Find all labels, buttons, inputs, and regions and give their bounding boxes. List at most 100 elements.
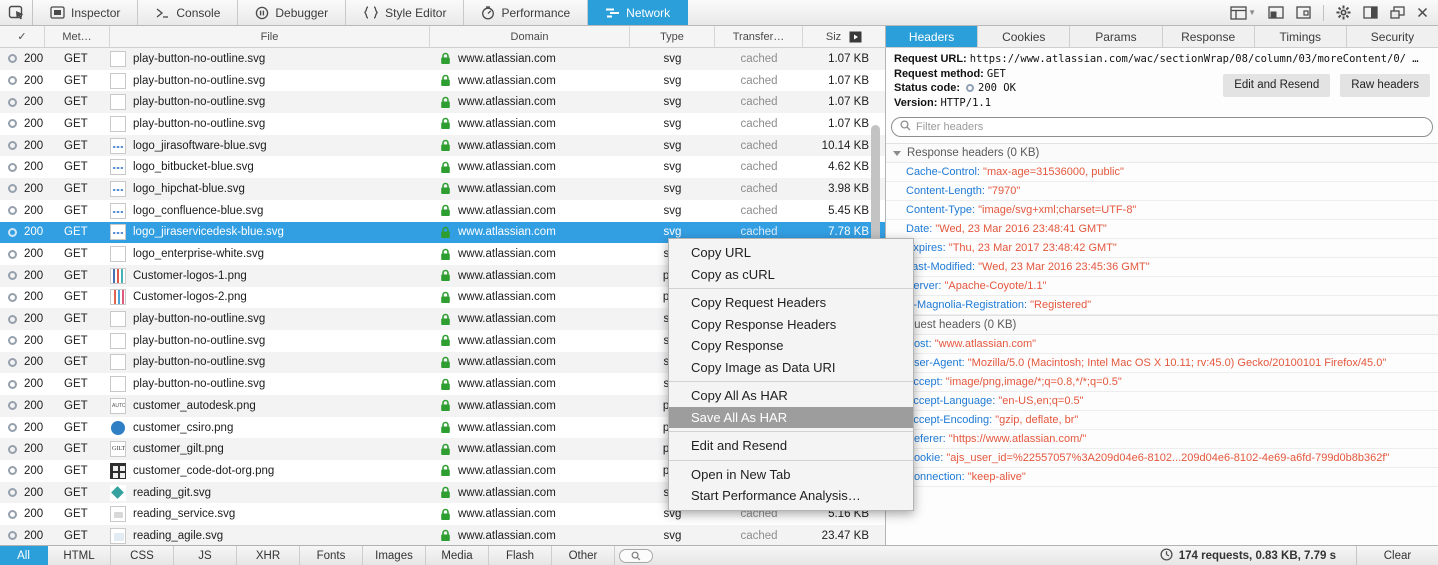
column-header-6[interactable]: Siz — [803, 26, 885, 47]
menu-item[interactable]: Copy Response Headers — [669, 314, 913, 336]
table-row[interactable]: 200GETreading_agile.svgwww.atlassian.com… — [0, 525, 885, 545]
tab-style-editor[interactable]: Style Editor — [346, 0, 464, 25]
filter-all[interactable]: All — [0, 546, 48, 565]
table-row[interactable]: 200GETlogo_bitbucket-blue.svgwww.atlassi… — [0, 156, 885, 178]
table-row[interactable]: 200GETplay-button-no-outline.svgwww.atla… — [0, 48, 885, 70]
responsive-mode-icon[interactable] — [1268, 6, 1284, 19]
column-header-4[interactable]: Type — [630, 26, 715, 47]
header-row[interactable]: Accept-Language: "en-US,en;q=0.5" — [886, 392, 1438, 411]
header-row[interactable]: Cache-Control: "max-age=31536000, public… — [886, 163, 1438, 182]
filter-images[interactable]: Images — [363, 546, 426, 565]
menu-item[interactable]: Edit and Resend — [669, 435, 913, 457]
header-row[interactable]: Accept-Encoding: "gzip, deflate, br" — [886, 411, 1438, 430]
domain-cell: www.atlassian.com — [430, 399, 630, 412]
tab-inspector[interactable]: Inspector — [33, 0, 138, 25]
status-circle-icon — [8, 531, 17, 540]
detail-tab-params[interactable]: Params — [1070, 26, 1162, 47]
inspector-icon — [50, 6, 65, 19]
filter-html[interactable]: HTML — [48, 546, 111, 565]
method-cell: GET — [58, 270, 110, 282]
close-icon[interactable] — [1417, 7, 1428, 18]
undock-icon[interactable] — [1390, 6, 1405, 19]
filter-xhr[interactable]: XHR — [237, 546, 300, 565]
menu-item[interactable]: Copy URL — [669, 242, 913, 264]
file-cell: logo_jirasoftware-blue.svg — [110, 138, 430, 154]
clear-button[interactable]: Clear — [1356, 546, 1438, 565]
devtools-toolbar: InspectorConsoleDebuggerStyle EditorPerf… — [0, 0, 1438, 26]
pick-element-button[interactable] — [0, 0, 33, 25]
response-headers-section[interactable]: Response headers (0 KB) — [886, 143, 1438, 163]
details-pane-icon[interactable] — [849, 31, 862, 43]
header-row[interactable]: Content-Length: "7970" — [886, 182, 1438, 201]
detail-tab-response[interactable]: Response — [1163, 26, 1255, 47]
header-row[interactable]: Referer: "https://www.atlassian.com/" — [886, 430, 1438, 449]
domain-cell: www.atlassian.com — [430, 334, 630, 347]
toolbar-right-icons: ▼ — [1230, 0, 1438, 25]
header-row[interactable]: Accept: "image/png,image/*;q=0.8,*/*;q=0… — [886, 373, 1438, 392]
header-row[interactable]: Content-Type: "image/svg+xml;charset=UTF… — [886, 201, 1438, 220]
filter-media[interactable]: Media — [426, 546, 489, 565]
filter-js[interactable]: JS — [174, 546, 237, 565]
menu-item[interactable]: Copy Image as Data URI — [669, 357, 913, 379]
menu-item[interactable]: Copy as cURL — [669, 264, 913, 286]
tab-network[interactable]: Network — [588, 0, 688, 25]
header-row[interactable]: Server: "Apache-Coyote/1.1" — [886, 277, 1438, 296]
filter-headers-input[interactable] — [916, 121, 1424, 133]
file-name: customer_gilt.png — [133, 443, 224, 455]
table-row[interactable]: 200GETplay-button-no-outline.svgwww.atla… — [0, 91, 885, 113]
type-cell: svg — [630, 118, 715, 130]
header-row[interactable]: Host: "www.atlassian.com" — [886, 335, 1438, 354]
menu-item[interactable]: Copy All As HAR — [669, 385, 913, 407]
request-method-value: GET — [987, 68, 1006, 80]
header-row[interactable]: X-Magnolia-Registration: "Registered" — [886, 296, 1438, 315]
header-row[interactable]: Connection: "keep-alive" — [886, 468, 1438, 487]
request-headers-section[interactable]: Request headers (0 KB) — [886, 315, 1438, 335]
edit-and-resend-button[interactable]: Edit and Resend — [1223, 74, 1330, 97]
column-header-2[interactable]: File — [110, 26, 430, 47]
status-circle-icon — [8, 336, 17, 345]
file-thumbnail-icon — [110, 181, 126, 197]
column-header-1[interactable]: Met… — [45, 26, 110, 47]
detail-tab-timings[interactable]: Timings — [1255, 26, 1347, 47]
header-row[interactable]: Cookie: "ajs_user_id=%22557057%3A209d04e… — [886, 449, 1438, 468]
settings-gear-icon[interactable] — [1336, 5, 1351, 20]
filter-headers-box[interactable] — [891, 117, 1433, 137]
header-row[interactable]: Expires: "Thu, 23 Mar 2017 23:48:42 GMT" — [886, 239, 1438, 258]
column-header-0[interactable]: ✓ — [0, 26, 45, 47]
header-row[interactable]: User-Agent: "Mozilla/5.0 (Macintosh; Int… — [886, 354, 1438, 373]
header-row[interactable]: Last-Modified: "Wed, 23 Mar 2016 23:45:3… — [886, 258, 1438, 277]
tab-performance[interactable]: Performance — [464, 0, 588, 25]
filter-flash[interactable]: Flash — [489, 546, 552, 565]
scratchpad-icon[interactable] — [1296, 6, 1311, 19]
table-row[interactable]: 200GETplay-button-no-outline.svgwww.atla… — [0, 70, 885, 92]
detail-tab-headers[interactable]: Headers — [886, 26, 978, 47]
sidebar-toggle-icon[interactable] — [1363, 6, 1378, 19]
status-circle-icon — [8, 380, 17, 389]
tab-console[interactable]: Console — [138, 0, 238, 25]
raw-headers-button[interactable]: Raw headers — [1340, 74, 1430, 97]
pick-element-icon — [8, 5, 25, 20]
menu-item[interactable]: Start Performance Analysis… — [669, 485, 913, 507]
status-code: 200 — [24, 335, 43, 347]
column-header-5[interactable]: Transfer… — [715, 26, 803, 47]
menu-item[interactable]: Copy Response — [669, 335, 913, 357]
menu-item[interactable]: Save All As HAR — [669, 407, 913, 429]
table-row[interactable]: 200GETlogo_jirasoftware-blue.svgwww.atla… — [0, 135, 885, 157]
frame-select-icon[interactable]: ▼ — [1230, 6, 1256, 20]
tab-debugger[interactable]: Debugger — [238, 0, 346, 25]
detail-tab-cookies[interactable]: Cookies — [978, 26, 1070, 47]
domain-name: www.atlassian.com — [458, 487, 556, 499]
table-row[interactable]: 200GETlogo_hipchat-blue.svgwww.atlassian… — [0, 178, 885, 200]
transfer-cell: cached — [715, 205, 803, 217]
filter-css[interactable]: CSS — [111, 546, 174, 565]
column-header-3[interactable]: Domain — [430, 26, 630, 47]
filter-other[interactable]: Other — [552, 546, 615, 565]
table-row[interactable]: 200GETlogo_confluence-blue.svgwww.atlass… — [0, 200, 885, 222]
menu-item[interactable]: Open in New Tab — [669, 464, 913, 486]
detail-tab-security[interactable]: Security — [1347, 26, 1438, 47]
filter-fonts[interactable]: Fonts — [300, 546, 363, 565]
table-row[interactable]: 200GETplay-button-no-outline.svgwww.atla… — [0, 113, 885, 135]
menu-item[interactable]: Copy Request Headers — [669, 292, 913, 314]
footer-search-button[interactable] — [615, 546, 657, 565]
header-row[interactable]: Date: "Wed, 23 Mar 2016 23:48:41 GMT" — [886, 220, 1438, 239]
